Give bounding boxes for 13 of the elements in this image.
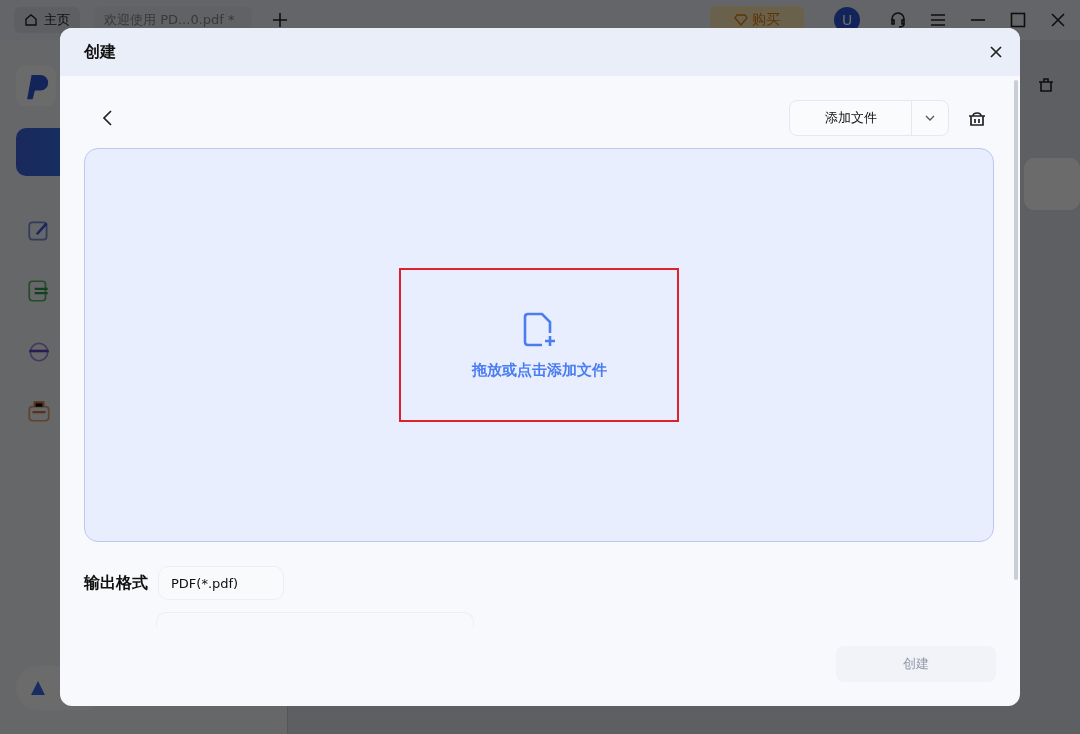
add-tab-icon[interactable] — [272, 12, 288, 28]
maximize-icon[interactable] — [1008, 10, 1028, 30]
drop-prompt: 拖放或点击添加文件 — [471, 360, 607, 380]
dialog-title: 创建 — [84, 41, 116, 63]
format-select[interactable]: PDF(*.pdf) — [158, 566, 284, 600]
diamond-icon — [734, 13, 748, 27]
toolbox-icon[interactable] — [26, 398, 52, 424]
drop-zone[interactable]: 拖放或点击添加文件 — [84, 148, 994, 542]
headset-icon[interactable] — [888, 10, 908, 30]
tab[interactable]: 主页 — [14, 7, 80, 33]
home-icon — [24, 13, 38, 27]
add-file-icon — [522, 310, 556, 349]
output-format-label: 输出格式 — [84, 572, 148, 594]
